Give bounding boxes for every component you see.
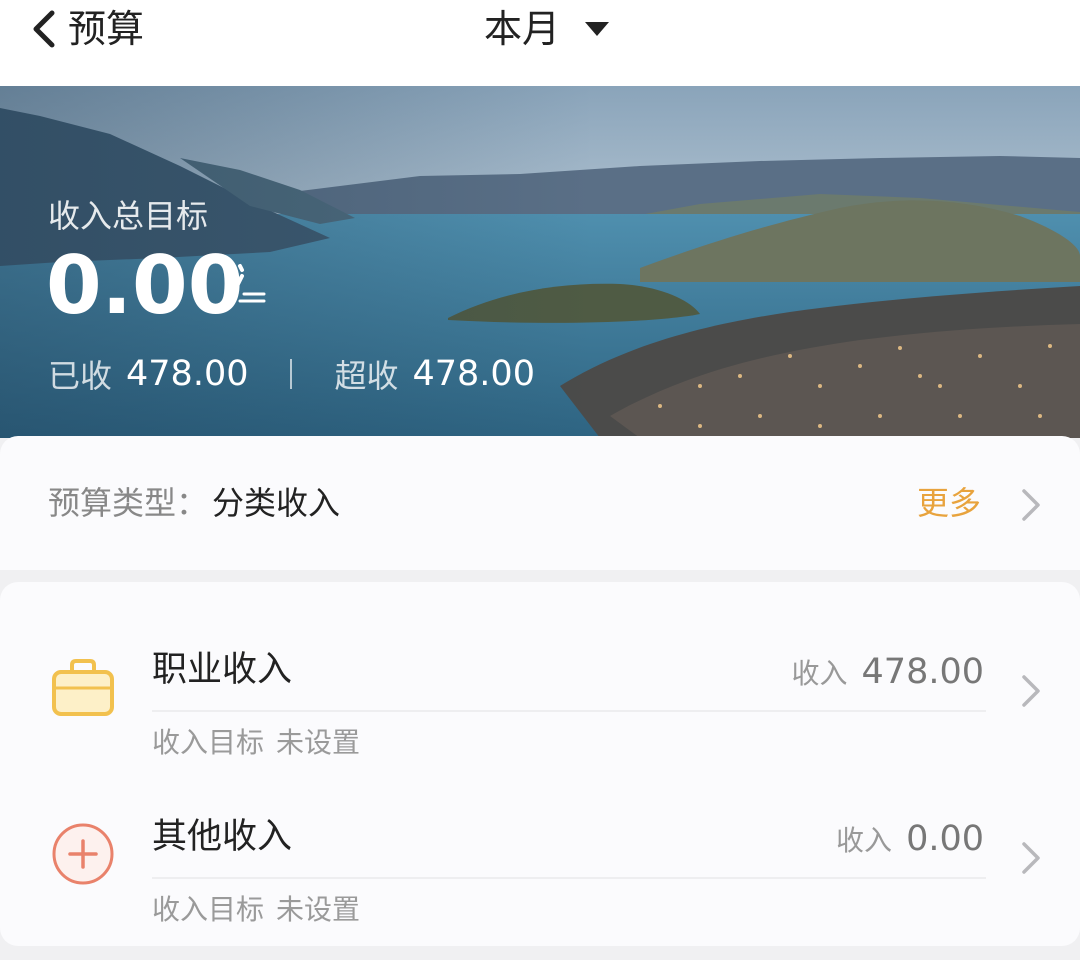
amount-label: 收入: [791, 657, 848, 690]
budget-type-row[interactable]: 预算类型： 分类收入 更多: [0, 436, 1080, 570]
category-list: 职业收入 收入 478.00 收入目标 未设置 其他收入 收入 0.00 收入目标…: [0, 582, 1080, 946]
hero-banner: 收入总目标 0.00 已收 478.00 超收 478.00: [0, 86, 1080, 438]
progress-track: [152, 710, 986, 712]
amount-label: 收入: [836, 824, 893, 857]
category-target: 收入目标 未设置: [152, 891, 360, 929]
budget-type-value: 分类收入: [212, 484, 341, 522]
period-selector[interactable]: 本月: [484, 4, 610, 54]
category-amount: 收入 478.00: [792, 652, 984, 692]
period-label: 本月: [484, 7, 561, 51]
category-target: 收入目标 未设置: [152, 724, 360, 762]
target-label: 收入目标: [152, 726, 265, 759]
category-name: 其他收入: [152, 817, 293, 857]
received-value: 478.00: [126, 354, 249, 394]
over-label: 超收: [334, 357, 399, 395]
category-row-other-income[interactable]: 其他收入 收入 0.00 收入目标 未设置: [0, 773, 1080, 941]
stats-divider: [290, 359, 293, 389]
edit-icon: [228, 264, 266, 303]
back-arrow-icon: [33, 10, 55, 48]
amount-value: 0.00: [906, 819, 984, 859]
chevron-right-icon: [1022, 489, 1040, 521]
target-value: 未设置: [276, 726, 361, 759]
received-label: 已收: [48, 357, 113, 395]
plus-circle-icon: [52, 823, 114, 885]
category-amount: 收入 0.00: [836, 819, 984, 859]
target-label: 收入目标: [152, 893, 265, 926]
chevron-right-icon: [1022, 675, 1040, 707]
total-target-amount: 0.00: [46, 239, 244, 332]
amount-value: 478.00: [861, 652, 984, 692]
page-title: 预算: [68, 7, 145, 51]
chevron-right-icon: [1022, 842, 1040, 874]
target-value: 未设置: [276, 893, 361, 926]
hero-stats: 已收 478.00 超收 478.00: [48, 352, 535, 396]
edit-target-button[interactable]: [222, 262, 268, 308]
over-value: 478.00: [412, 354, 535, 394]
top-bar: 预算 本月: [0, 0, 1080, 86]
category-row-career-income[interactable]: 职业收入 收入 478.00 收入目标 未设置: [0, 606, 1080, 774]
dropdown-caret-icon: [585, 22, 610, 36]
total-target-label: 收入总目标: [48, 197, 209, 235]
back-button[interactable]: 预算: [28, 4, 144, 54]
category-name: 职业收入: [152, 650, 293, 690]
more-link[interactable]: 更多: [917, 482, 981, 524]
briefcase-icon: [52, 659, 114, 716]
progress-track: [152, 877, 986, 879]
budget-type-label: 预算类型：: [48, 484, 209, 522]
